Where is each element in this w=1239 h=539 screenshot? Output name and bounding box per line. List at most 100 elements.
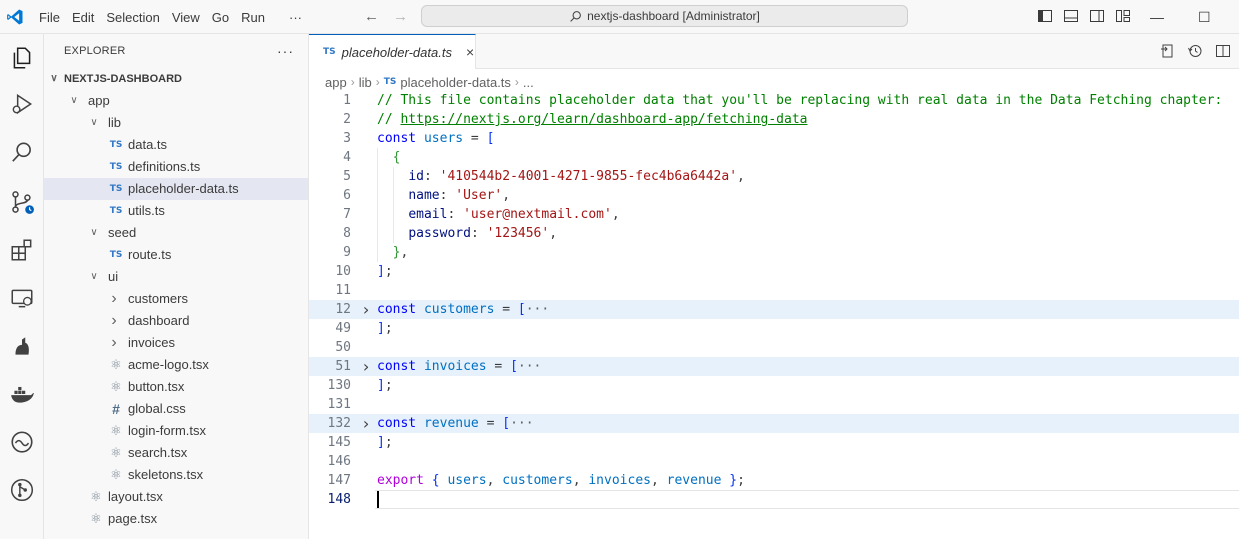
- line-number: 7: [343, 207, 351, 222]
- line-number: 49: [335, 321, 351, 336]
- chevron-right-icon: ›: [111, 334, 117, 351]
- menu-item-edit[interactable]: Edit: [66, 10, 100, 25]
- code-text: {: [392, 150, 401, 165]
- tab-bar: TS placeholder-data.ts ×: [309, 34, 1239, 69]
- line-number: 132: [327, 416, 351, 431]
- folder-invoices[interactable]: › invoices: [44, 332, 308, 354]
- file-button-tsx[interactable]: ⚛ button.tsx: [44, 376, 308, 398]
- menu-item-go[interactable]: Go: [206, 10, 235, 25]
- title-bar: File Edit Selection View Go Run ··· ← → nextjs…: [0, 0, 1239, 34]
- chevron-right-icon: ›: [111, 312, 117, 329]
- activity-bar: [0, 34, 44, 539]
- line-number: 147: [327, 473, 351, 488]
- folder-app[interactable]: ∨ app: [44, 90, 308, 112]
- menu-item-run[interactable]: Run: [235, 10, 271, 25]
- extensions-icon[interactable]: [8, 236, 36, 264]
- back-arrow-icon[interactable]: ←: [364, 8, 379, 25]
- breadcrumb: app › lib › TS placeholder-data.ts ›...: [325, 72, 534, 92]
- line-number: 148: [327, 492, 351, 507]
- tab-placeholder-data[interactable]: TS placeholder-data.ts ×: [309, 34, 476, 69]
- toggle-secondary-sidebar-icon[interactable]: [1089, 8, 1105, 24]
- file-acme-logo-tsx[interactable]: ⚛ acme-logo.tsx: [44, 354, 308, 376]
- react-file-icon: ⚛: [110, 467, 122, 482]
- code-line: 2 // https://nextjs.org/learn/dashboard-a…: [309, 110, 1239, 129]
- menu-item-file[interactable]: File: [33, 10, 66, 25]
- menu-item-selection[interactable]: Selection: [100, 10, 165, 25]
- file-utils-ts[interactable]: TS utils.ts: [44, 200, 308, 222]
- minimize-icon[interactable]: —: [1150, 9, 1164, 25]
- menu-item-more[interactable]: ···: [283, 10, 308, 25]
- line-number: 145: [327, 435, 351, 450]
- source-control-icon[interactable]: [8, 188, 36, 216]
- toggle-panel-icon[interactable]: [1063, 8, 1079, 24]
- file-login-form-tsx[interactable]: ⚛ login-form.tsx: [44, 420, 308, 442]
- react-file-icon: ⚛: [110, 379, 122, 394]
- tree-item-label: global.css: [128, 401, 186, 416]
- breadcrumb-item[interactable]: ...: [523, 75, 534, 90]
- code-text: const customers = [···: [377, 302, 550, 317]
- toggle-primary-sidebar-icon[interactable]: [1037, 8, 1053, 24]
- menu-bar: File Edit Selection View Go Run ···: [33, 0, 308, 34]
- file-page-tsx[interactable]: ⚛ page.tsx: [44, 508, 308, 530]
- code-text: ];: [377, 378, 393, 393]
- customize-layout-icon[interactable]: [1115, 8, 1131, 24]
- folder-customers[interactable]: › customers: [44, 288, 308, 310]
- line-number: 8: [343, 226, 351, 241]
- code-line: 132 › const revenue = [···: [309, 414, 1239, 433]
- breadcrumb-item[interactable]: lib: [359, 75, 372, 90]
- tree-item-label: customers: [128, 291, 188, 306]
- chevron-down-icon: ∨: [70, 95, 78, 106]
- workspace-root[interactable]: ∨ NEXTJS-DASHBOARD: [44, 68, 308, 90]
- vscode-logo-icon: [7, 9, 23, 25]
- fold-chevron-right-icon[interactable]: ›: [359, 300, 373, 319]
- timeline-icon[interactable]: [8, 428, 36, 456]
- search-sidebar-icon[interactable]: [8, 138, 36, 166]
- fold-chevron-right-icon[interactable]: ›: [359, 357, 373, 376]
- file-tree: ∨ app ∨ lib TS data.ts TS definitions.ts TS place…: [44, 90, 308, 530]
- forward-arrow-icon[interactable]: →: [393, 8, 408, 25]
- folder-ui[interactable]: ∨ ui: [44, 266, 308, 288]
- maximize-icon[interactable]: ☐: [1198, 9, 1211, 26]
- line-number: 2: [343, 112, 351, 127]
- git-graph-icon[interactable]: [8, 476, 36, 504]
- history-icon[interactable]: [1187, 43, 1203, 59]
- chevron-down-icon: ∨: [90, 271, 98, 282]
- file-data-ts[interactable]: TS data.ts: [44, 134, 308, 156]
- tree-item-label: seed: [108, 225, 137, 240]
- current-line-highlight: [375, 490, 1239, 509]
- command-center[interactable]: nextjs-dashboard [Administrator]: [421, 5, 908, 27]
- code-line: 49];: [309, 319, 1239, 338]
- folder-dashboard[interactable]: › dashboard: [44, 310, 308, 332]
- file-placeholder-data-ts[interactable]: TS placeholder-data.ts: [44, 178, 308, 200]
- testing-icon[interactable]: [8, 332, 36, 360]
- remote-explorer-icon[interactable]: [8, 284, 36, 312]
- explorer-icon[interactable]: [8, 44, 36, 72]
- file-layout-tsx[interactable]: ⚛ layout.tsx: [44, 486, 308, 508]
- file-search-tsx[interactable]: ⚛ search.tsx: [44, 442, 308, 464]
- file-definitions-ts[interactable]: TS definitions.ts: [44, 156, 308, 178]
- file-global-css[interactable]: # global.css: [44, 398, 308, 420]
- typescript-file-icon: TS: [383, 77, 397, 87]
- code-line: 146: [309, 452, 1239, 471]
- open-changes-icon[interactable]: [1159, 43, 1175, 59]
- breadcrumb-item[interactable]: placeholder-data.ts: [400, 75, 511, 90]
- docker-icon[interactable]: [8, 380, 36, 408]
- close-icon[interactable]: ×: [466, 44, 474, 60]
- breadcrumb-item[interactable]: app: [325, 75, 347, 90]
- tree-item-label: dashboard: [128, 313, 190, 328]
- code-line: 9 },: [309, 243, 1239, 262]
- code-text: export { users, customers, invoices, rev…: [377, 473, 745, 488]
- file-skeletons-tsx[interactable]: ⚛ skeletons.tsx: [44, 464, 308, 486]
- split-editor-icon[interactable]: [1215, 43, 1231, 59]
- code-editor[interactable]: 1 // This file contains placeholder data …: [309, 91, 1239, 509]
- menu-item-view[interactable]: View: [166, 10, 206, 25]
- fold-chevron-right-icon[interactable]: ›: [359, 414, 373, 433]
- more-actions-icon[interactable]: ···: [277, 43, 294, 59]
- line-number: 50: [335, 340, 351, 355]
- run-debug-icon[interactable]: [8, 90, 36, 118]
- folder-seed[interactable]: ∨ seed: [44, 222, 308, 244]
- line-number: 11: [335, 283, 351, 298]
- file-route-ts[interactable]: TS route.ts: [44, 244, 308, 266]
- folder-lib[interactable]: ∨ lib: [44, 112, 308, 134]
- tree-item-label: layout.tsx: [108, 489, 163, 504]
